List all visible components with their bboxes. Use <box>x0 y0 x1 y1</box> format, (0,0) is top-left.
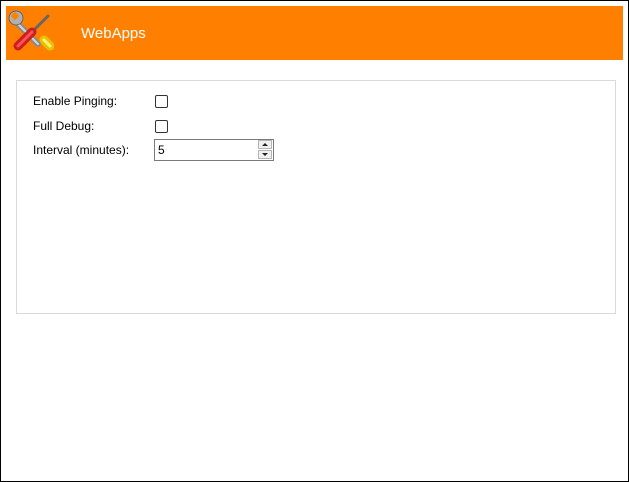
decrement-button[interactable] <box>258 150 272 159</box>
settings-panel: Enable Pinging: Full Debug: Interval (mi… <box>16 80 616 314</box>
stepper-buttons <box>258 140 273 160</box>
interval-label: Interval (minutes): <box>33 143 130 157</box>
enable-pinging-label: Enable Pinging: <box>33 94 118 108</box>
header-bar: WebApps <box>6 6 623 60</box>
app-window: WebApps Enable Pinging: Full Debug: Inte… <box>0 0 629 482</box>
interval-stepper[interactable]: 5 <box>154 139 274 161</box>
arrow-up-icon <box>262 143 268 146</box>
tools-icon <box>8 10 55 56</box>
enable-pinging-checkbox[interactable] <box>155 95 168 108</box>
full-debug-label: Full Debug: <box>33 119 95 133</box>
arrow-down-icon <box>262 153 268 156</box>
full-debug-checkbox[interactable] <box>155 120 168 133</box>
app-title: WebApps <box>81 25 146 42</box>
increment-button[interactable] <box>258 140 272 149</box>
interval-value[interactable]: 5 <box>158 143 165 157</box>
